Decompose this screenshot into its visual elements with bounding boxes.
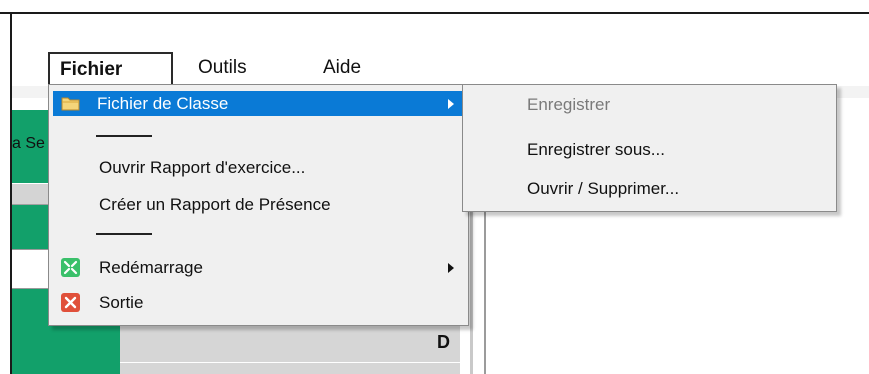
menu-item-class-file-label: Fichier de Classe [97, 94, 229, 113]
menu-item-restart-label: Redémarrage [99, 258, 203, 277]
menu-separator [96, 233, 152, 235]
menu-item-restart[interactable]: Redémarrage [53, 255, 464, 280]
menu-item-create-report[interactable]: Créer un Rapport de Présence [53, 192, 464, 217]
close-icon [61, 293, 80, 312]
menu-separator [96, 135, 152, 137]
grid-header-letter: D [437, 332, 450, 352]
partial-label: a Se [12, 135, 45, 152]
menu-aide[interactable]: Aide [323, 52, 361, 85]
menu-item-open-report-label: Ouvrir Rapport d'exercice... [99, 158, 306, 177]
menu-item-create-report-label: Créer un Rapport de Présence [99, 195, 331, 214]
submenu-item-save[interactable]: Enregistrer [527, 95, 610, 115]
submenu-item-open-delete[interactable]: Ouvrir / Supprimer... [527, 179, 679, 199]
folder-icon [61, 97, 80, 111]
submenu-item-save-as[interactable]: Enregistrer sous... [527, 140, 665, 160]
menu-item-exit[interactable]: Sortie [53, 290, 464, 315]
class-file-submenu: Enregistrer Enregistrer sous... Ouvrir /… [462, 84, 837, 212]
submenu-arrow-icon [448, 99, 454, 109]
menu-item-open-report[interactable]: Ouvrir Rapport d'exercice... [53, 155, 464, 180]
submenu-arrow-icon [448, 263, 454, 273]
grid-cell [120, 363, 460, 374]
fichier-dropdown: Fichier de Classe Ouvrir Rapport d'exerc… [48, 84, 469, 326]
menu-outils[interactable]: Outils [198, 52, 247, 85]
menu-item-class-file[interactable]: Fichier de Classe [53, 91, 464, 116]
grid-header-cell: D [120, 326, 460, 363]
menu-item-exit-label: Sortie [99, 293, 144, 312]
restart-icon [61, 258, 80, 277]
menu-fichier[interactable]: Fichier [48, 52, 173, 85]
